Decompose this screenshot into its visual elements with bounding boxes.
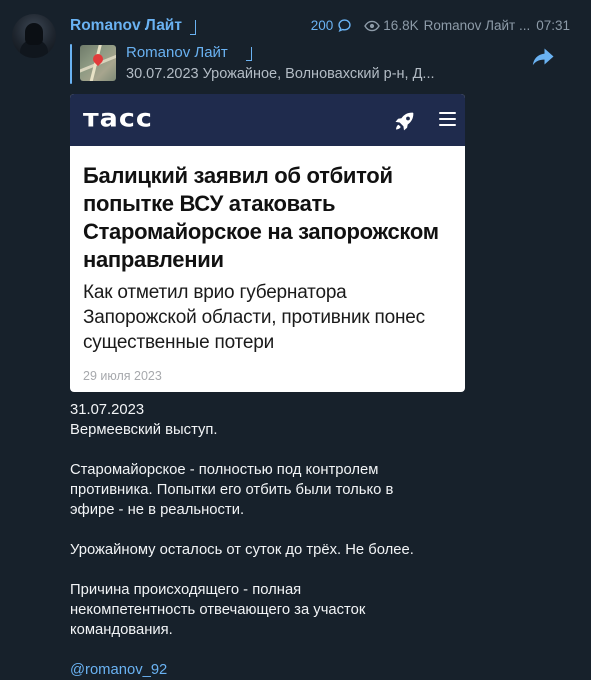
message-meta: 200 16.8K Romanov Лайт ... 07:31 xyxy=(311,18,570,33)
channel-name[interactable]: Romanov Лайт xyxy=(70,17,182,35)
reply-preview[interactable]: Romanov Лайт 30.07.2023 Урожайное, Волно… xyxy=(70,44,510,86)
channel-avatar[interactable] xyxy=(12,14,56,58)
bracket-decoration xyxy=(190,20,196,35)
eye-icon xyxy=(364,20,381,32)
article-headline: Балицкий заявил об отбитой попытке ВСУ а… xyxy=(83,163,439,272)
reply-author: Romanov Лайт xyxy=(126,44,228,61)
tass-logo: тасс xyxy=(83,104,153,133)
article-date: 29 июля 2023 xyxy=(83,369,162,383)
message-paragraph: Причина происходящего - полная некомпете… xyxy=(70,582,366,638)
tass-header-bar: тасс xyxy=(70,94,465,146)
reply-accent-bar xyxy=(70,44,72,84)
share-arrow-icon xyxy=(532,48,554,66)
hamburger-menu-icon[interactable] xyxy=(439,112,456,128)
message-paragraph: Старомайорское - полностью под контролем… xyxy=(70,462,394,518)
message-paragraph: 31.07.2023 Вермеевский выступ. xyxy=(70,402,218,438)
share-button[interactable] xyxy=(530,44,556,70)
message-text: 31.07.2023 Вермеевский выступ. Старомайо… xyxy=(70,400,550,680)
rocket-icon[interactable] xyxy=(392,108,418,134)
bracket-decoration xyxy=(246,47,252,61)
post-time: 07:31 xyxy=(536,18,570,33)
article-lead: Как отметил врио губернатора Запорожской… xyxy=(83,282,425,353)
comments-count[interactable]: 200 xyxy=(311,18,334,33)
avatar-figure-head xyxy=(25,23,43,45)
message-header: Romanov Лайт 200 16.8K Romanov Лайт ... … xyxy=(70,16,570,40)
map-thumbnail xyxy=(80,45,116,81)
mention-link[interactable]: @romanov_92 xyxy=(70,660,550,680)
tass-article-card[interactable]: тасс Балицкий заявил об отбитой попытке … xyxy=(70,94,465,392)
speech-bubble-icon[interactable] xyxy=(337,18,352,33)
reply-text: 30.07.2023 Урожайное, Волновахский р-н, … xyxy=(126,66,435,82)
post-author: Romanov Лайт ... xyxy=(423,18,531,33)
views-count: 16.8K xyxy=(383,18,419,33)
message-paragraph: Урожайному осталось от суток до трёх. Не… xyxy=(70,542,414,558)
